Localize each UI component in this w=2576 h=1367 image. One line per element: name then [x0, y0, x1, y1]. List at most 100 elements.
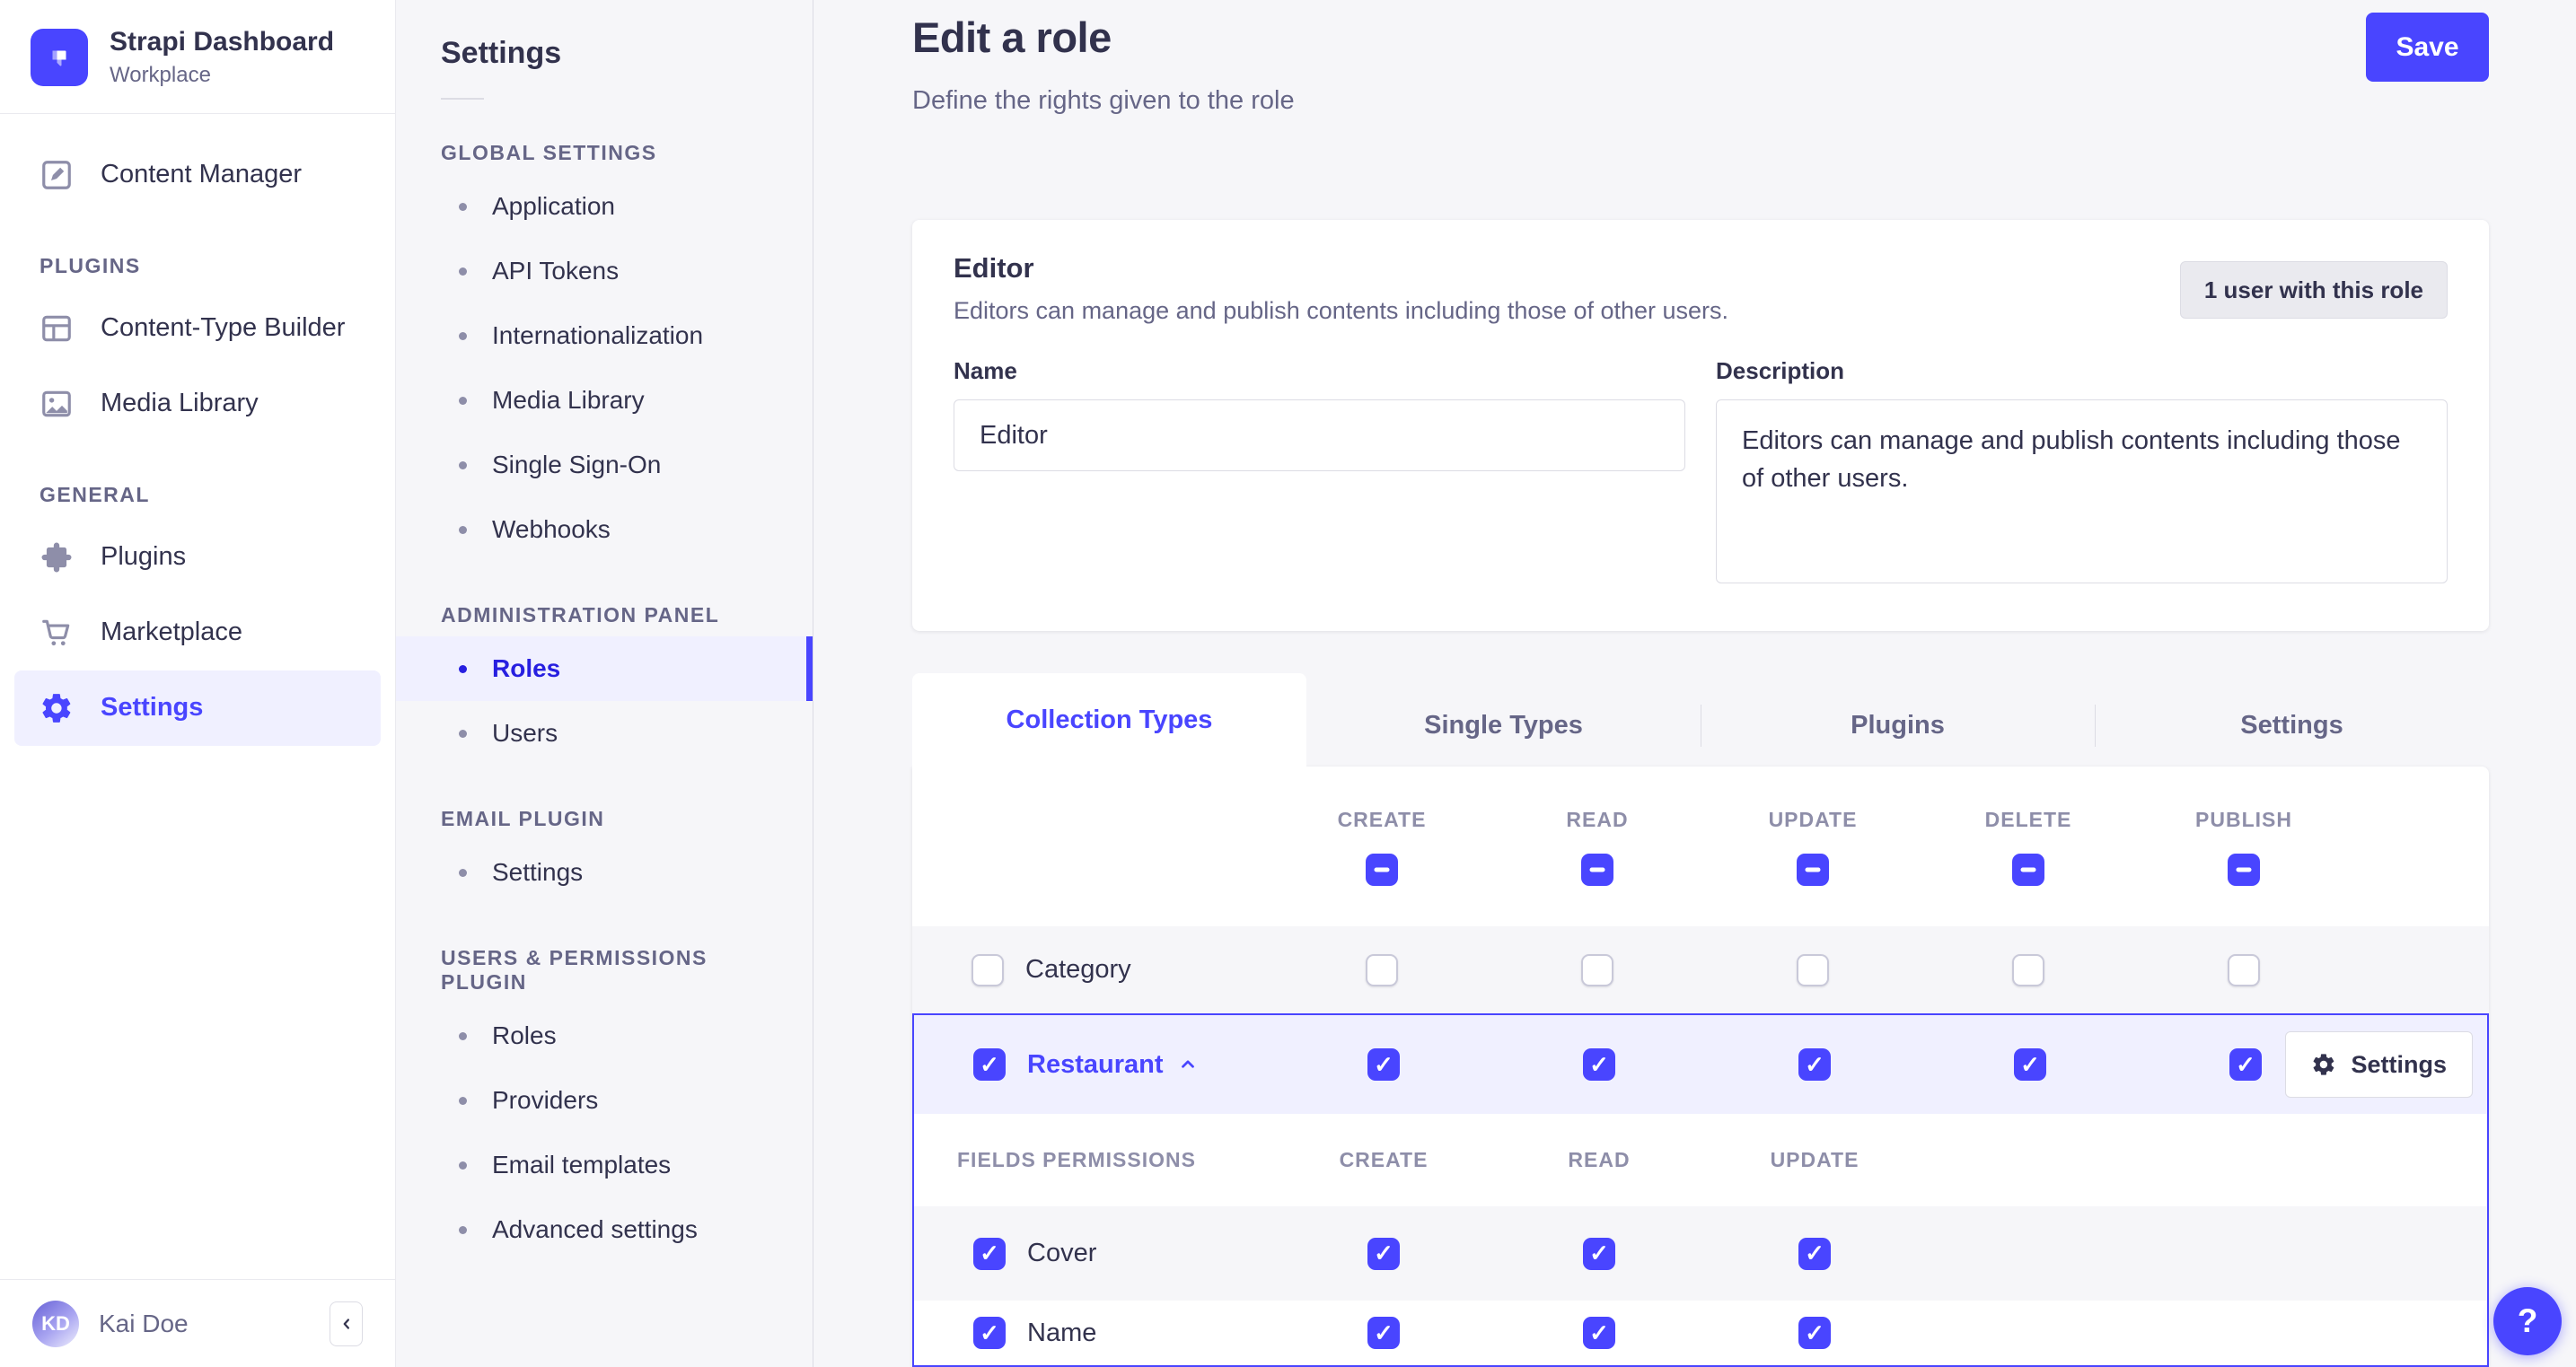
subnav-item-single-sign-on[interactable]: Single Sign-On	[396, 433, 813, 497]
table-row-cover: Cover	[914, 1206, 2487, 1301]
restaurant-settings-button[interactable]: Settings	[2285, 1031, 2473, 1098]
subnav-item-roles-up[interactable]: Roles	[396, 1003, 813, 1068]
gear-icon	[2314, 1054, 2334, 1075]
subnav-item-email-templates[interactable]: Email templates	[396, 1133, 813, 1197]
sidebar-item-label: Settings	[101, 693, 204, 722]
table-row-name: Name	[914, 1301, 2487, 1365]
bullet-icon	[459, 267, 467, 276]
avatar[interactable]: KD	[32, 1300, 79, 1347]
sidebar-footer: KD Kai Doe	[0, 1279, 395, 1367]
column-header-update: UPDATE	[1768, 807, 1858, 831]
restaurant-row-checkbox[interactable]	[973, 1048, 1006, 1081]
category-publish-checkbox[interactable]	[2228, 953, 2260, 986]
save-button[interactable]: Save	[2366, 13, 2489, 82]
subnav-item-webhooks[interactable]: Webhooks	[396, 497, 813, 562]
name-create-checkbox[interactable]	[1367, 1317, 1400, 1349]
tab-collection-types[interactable]: Collection Types	[912, 673, 1306, 767]
name-update-checkbox[interactable]	[1798, 1317, 1831, 1349]
subnav-item-application[interactable]: Application	[396, 174, 813, 239]
app-root: Strapi Dashboard Workplace Content Manag…	[0, 0, 2576, 1367]
role-description-input[interactable]: Editors can manage and publish contents …	[1716, 399, 2448, 583]
nav-section-heading-general: GENERAL	[40, 482, 150, 506]
category-delete-checkbox[interactable]	[2012, 953, 2044, 986]
bullet-icon	[459, 729, 467, 738]
restaurant-create-checkbox[interactable]	[1367, 1048, 1400, 1081]
main-nav-list: Content Manager PLUGINS Content-Type Bui…	[0, 114, 395, 1280]
sidebar-item-content-type-builder[interactable]: Content-Type Builder	[14, 291, 381, 366]
role-name-input[interactable]	[954, 399, 1685, 471]
cover-create-checkbox[interactable]	[1367, 1237, 1400, 1270]
sidebar-item-plugins[interactable]: Plugins	[14, 520, 381, 595]
cover-read-checkbox[interactable]	[1583, 1237, 1615, 1270]
row-label[interactable]: Category	[1025, 955, 1131, 985]
workspace-brand[interactable]: Strapi Dashboard Workplace	[0, 0, 395, 114]
name-row-checkbox[interactable]	[973, 1317, 1006, 1349]
user-name: Kai Doe	[99, 1309, 189, 1337]
cover-update-checkbox[interactable]	[1798, 1237, 1831, 1270]
fields-column-update: UPDATE	[1770, 1148, 1859, 1171]
fields-permissions-header: FIELDS PERMISSIONS CREATE READ UPDATE	[914, 1114, 2487, 1206]
restaurant-update-checkbox[interactable]	[1798, 1048, 1831, 1081]
sidebar-item-settings[interactable]: Settings	[14, 670, 381, 746]
puzzle-icon	[41, 542, 72, 572]
cover-row-checkbox[interactable]	[973, 1237, 1006, 1270]
column-header-create: CREATE	[1337, 807, 1427, 831]
layout-icon	[42, 315, 71, 341]
sidebar-item-label: Plugins	[101, 542, 187, 571]
edit-icon	[42, 160, 71, 189]
restaurant-delete-checkbox[interactable]	[2014, 1048, 2046, 1081]
subnav-item-api-tokens[interactable]: API Tokens	[396, 239, 813, 303]
subnav-item-advanced-settings[interactable]: Advanced settings	[396, 1197, 813, 1262]
restaurant-read-checkbox[interactable]	[1583, 1048, 1615, 1081]
chevron-up-icon	[1181, 1060, 1194, 1068]
fields-permissions-heading: FIELDS PERMISSIONS	[957, 1148, 1196, 1171]
page-subtitle: Define the rights given to the role	[912, 86, 1295, 115]
select-all-read-checkbox[interactable]	[1581, 853, 1613, 886]
role-description-text: Editors can manage and publish contents …	[954, 297, 1729, 324]
subnav-item-media-library[interactable]: Media Library	[396, 368, 813, 433]
name-read-checkbox[interactable]	[1583, 1317, 1615, 1349]
restaurant-row-toggle[interactable]: Restaurant	[1027, 1050, 1198, 1080]
collapse-sidebar-button[interactable]	[330, 1301, 363, 1346]
select-all-delete-checkbox[interactable]	[2012, 853, 2044, 886]
help-button[interactable]: ?	[2493, 1287, 2562, 1355]
restaurant-publish-checkbox[interactable]	[2229, 1048, 2262, 1081]
main-sidebar: Strapi Dashboard Workplace Content Manag…	[0, 0, 396, 1367]
main-content: Edit a role Define the rights given to t…	[813, 0, 2576, 1367]
sidebar-item-label: Marketplace	[101, 618, 242, 646]
bullet-icon	[459, 525, 467, 534]
subnav-item-users[interactable]: Users	[396, 701, 813, 766]
sidebar-item-content-manager[interactable]: Content Manager	[14, 137, 381, 213]
subnav-item-internationalization[interactable]: Internationalization	[396, 303, 813, 368]
subnav-item-providers[interactable]: Providers	[396, 1068, 813, 1133]
sidebar-item-label: Content Manager	[101, 160, 303, 188]
select-all-update-checkbox[interactable]	[1797, 853, 1829, 886]
select-all-create-checkbox[interactable]	[1366, 853, 1398, 886]
question-icon: ?	[2517, 1302, 2538, 1339]
category-read-checkbox[interactable]	[1581, 953, 1613, 986]
subnav-item-roles-admin[interactable]: Roles	[396, 636, 813, 701]
row-label: Cover	[1027, 1239, 1097, 1267]
category-row-checkbox[interactable]	[971, 953, 1004, 986]
select-all-publish-checkbox[interactable]	[2228, 853, 2260, 886]
restaurant-expanded-section: Restaurant Setti	[912, 1013, 2489, 1367]
column-header-read: READ	[1566, 807, 1629, 831]
category-create-checkbox[interactable]	[1366, 953, 1398, 986]
tab-single-types[interactable]: Single Types	[1306, 685, 1701, 767]
sidebar-item-marketplace[interactable]: Marketplace	[14, 595, 381, 670]
column-header-delete: DELETE	[1984, 807, 2072, 831]
users-with-role-button[interactable]: 1 user with this role	[2179, 261, 2448, 319]
tab-settings[interactable]: Settings	[2095, 685, 2489, 767]
sidebar-item-label: Content-Type Builder	[101, 313, 346, 342]
strapi-logo-icon	[31, 28, 88, 86]
chevron-left-icon	[343, 1318, 349, 1329]
bullet-icon	[459, 664, 467, 673]
subnav-item-email-settings[interactable]: Settings	[396, 840, 813, 905]
tab-plugins[interactable]: Plugins	[1701, 685, 2095, 767]
subnav-title: Settings	[441, 36, 562, 70]
fields-column-read: READ	[1568, 1148, 1631, 1171]
category-update-checkbox[interactable]	[1797, 953, 1829, 986]
permissions-tabs: Collection Types Single Types Plugins Se…	[912, 673, 2489, 767]
bullet-icon	[459, 868, 467, 877]
sidebar-item-media-library[interactable]: Media Library	[14, 366, 381, 442]
